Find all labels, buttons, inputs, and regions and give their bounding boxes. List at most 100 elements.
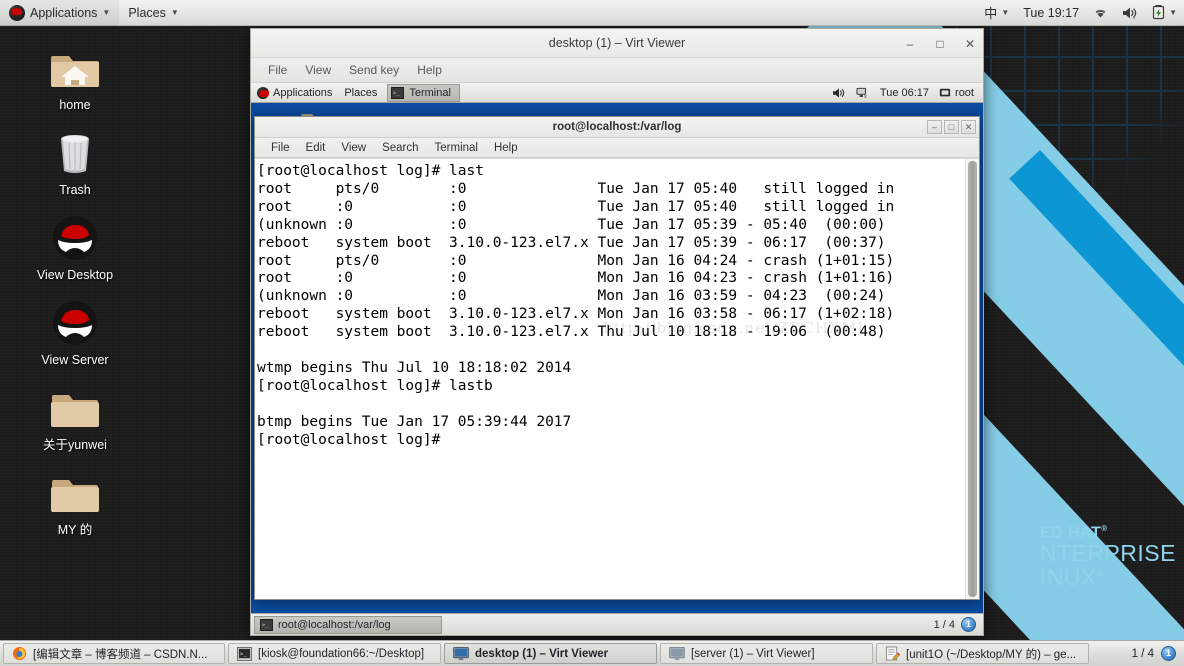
- host-workspace-label: 1 / 4: [1131, 647, 1154, 660]
- guest-user-menu[interactable]: root: [935, 83, 978, 103]
- host-workspace-switcher[interactable]: 1 / 4 1: [1132, 646, 1181, 661]
- redhat-shadowman-icon: [53, 301, 97, 345]
- input-method-indicator[interactable]: 中 ▼: [977, 0, 1016, 26]
- terminal-menu-edit[interactable]: Edit: [298, 142, 334, 154]
- desktop-icon-label: home: [59, 98, 91, 112]
- host-taskbar: [编辑文章 – 博客频道 – CSDN.N... >_ [kiosk@found…: [0, 640, 1184, 666]
- redhat-logo-icon: [257, 86, 269, 99]
- volume-icon: [832, 87, 845, 98]
- chevron-down-icon: ▼: [1169, 8, 1177, 17]
- guest-user-label: root: [955, 86, 974, 99]
- guest-places-label: Places: [344, 86, 378, 99]
- chevron-down-icon: ▼: [102, 8, 111, 17]
- desktop-icon-list: home Trash View Desktop View Server 关于yu…: [0, 26, 160, 552]
- virt-viewer-window[interactable]: desktop (1) – Virt Viewer – □ ✕ File Vie…: [250, 28, 984, 636]
- desktop-icon-home[interactable]: home: [0, 42, 150, 113]
- terminal-scrollbar[interactable]: [965, 159, 979, 599]
- desktop-icon-my-de[interactable]: MY 的: [0, 467, 150, 538]
- minimize-button[interactable]: –: [903, 37, 917, 51]
- guest-window-task-terminal[interactable]: >_ Terminal: [387, 83, 460, 102]
- virt-viewer-titlebar[interactable]: desktop (1) – Virt Viewer – □ ✕: [251, 29, 983, 58]
- desktop-icon-trash[interactable]: Trash: [0, 127, 150, 198]
- guest-desktop[interactable]: Applications Places >_ Terminal x Tue 06…: [251, 83, 983, 635]
- terminal-menu-terminal[interactable]: Terminal: [427, 142, 486, 154]
- guest-taskbar-window-button[interactable]: >_ root@localhost:/var/log: [254, 615, 442, 634]
- desktop-icon-view-desktop[interactable]: View Desktop: [0, 212, 150, 283]
- clock-label: Tue 19:17: [1023, 5, 1080, 20]
- terminal-menu-file[interactable]: File: [263, 142, 298, 154]
- taskbar-item-gedit[interactable]: [unit1O (~/Desktop/MY 的) – ge...: [876, 643, 1089, 664]
- terminal-menu-view[interactable]: View: [333, 142, 374, 154]
- desktop-icon-label: Trash: [59, 183, 91, 197]
- taskbar-item-label: [kiosk@foundation66:~/Desktop]: [258, 647, 425, 660]
- taskbar-item-label: desktop (1) – Virt Viewer: [475, 647, 609, 660]
- terminal-scrollbar-thumb[interactable]: [968, 161, 977, 597]
- guest-volume-indicator[interactable]: [828, 83, 850, 103]
- home-folder-icon: [51, 56, 99, 87]
- terminal-window[interactable]: root@localhost:/var/log – □ ✕ File Edit …: [254, 116, 980, 600]
- redhat-logo-icon: [9, 4, 25, 21]
- menu-view[interactable]: View: [296, 63, 340, 77]
- menu-send-key[interactable]: Send key: [340, 63, 408, 77]
- redhat-shadowman-icon: [53, 216, 97, 260]
- folder-icon: [51, 480, 99, 512]
- terminal-minimize-button[interactable]: –: [927, 120, 942, 134]
- monitor-icon: [669, 646, 685, 660]
- guest-network-indicator[interactable]: x: [852, 83, 874, 103]
- svg-text:>_: >_: [240, 651, 247, 657]
- clock[interactable]: Tue 19:17: [1016, 0, 1086, 26]
- wifi-icon: [1095, 9, 1106, 17]
- folder-icon: [51, 395, 99, 427]
- guest-applications-menu[interactable]: Applications: [251, 83, 338, 103]
- applications-menu[interactable]: Applications ▼: [0, 0, 120, 26]
- desktop-icon-label: 关于yunwei: [43, 438, 107, 452]
- terminal-menubar: File Edit View Search Terminal Help: [255, 138, 979, 158]
- terminal-body[interactable]: [root@localhost log]# last root pts/0 :0…: [255, 158, 979, 599]
- taskbar-item-firefox[interactable]: [编辑文章 – 博客频道 – CSDN.N...: [3, 643, 225, 664]
- battery-indicator[interactable]: ▼: [1145, 0, 1184, 26]
- desktop-icon-guanyu-yunwei[interactable]: 关于yunwei: [0, 382, 150, 453]
- terminal-titlebar[interactable]: root@localhost:/var/log – □ ✕: [255, 117, 979, 138]
- trademark-1: ®: [1101, 524, 1108, 534]
- gedit-icon: [885, 646, 900, 661]
- wifi-indicator[interactable]: [1086, 0, 1115, 26]
- terminal-icon: >_: [260, 618, 273, 631]
- terminal-icon: >_: [391, 86, 405, 99]
- trademark-2: ®: [1096, 569, 1104, 579]
- desktop-icon-label: View Desktop: [36, 268, 114, 282]
- host-workspace-badge[interactable]: 1: [1161, 646, 1176, 661]
- guest-workspace-switcher[interactable]: 1 / 4 1: [934, 617, 980, 632]
- taskbar-item-kiosk-terminal[interactable]: >_ [kiosk@foundation66:~/Desktop]: [228, 643, 441, 664]
- taskbar-item-desktop-virt-viewer[interactable]: desktop (1) – Virt Viewer: [444, 643, 657, 664]
- terminal-menu-help[interactable]: Help: [486, 142, 526, 154]
- desktop-icon-view-server[interactable]: View Server: [0, 297, 150, 368]
- menu-help[interactable]: Help: [408, 63, 451, 77]
- terminal-maximize-button[interactable]: □: [944, 120, 959, 134]
- terminal-output[interactable]: [root@localhost log]# last root pts/0 :0…: [255, 159, 965, 599]
- trash-icon: [61, 135, 89, 173]
- guest-clock[interactable]: Tue 06:17: [876, 83, 933, 103]
- svg-text:>_: >_: [393, 90, 400, 96]
- svg-text:>_: >_: [262, 622, 269, 628]
- guest-places-menu[interactable]: Places: [338, 83, 383, 103]
- terminal-close-button[interactable]: ✕: [961, 120, 976, 134]
- svg-text:x: x: [864, 94, 867, 99]
- virt-viewer-window-controls: – □ ✕: [903, 29, 977, 58]
- places-menu[interactable]: Places ▼: [119, 0, 187, 26]
- terminal-icon: >_: [237, 646, 252, 661]
- maximize-button[interactable]: □: [933, 37, 947, 51]
- monitor-icon: [453, 646, 469, 660]
- applications-menu-label: Applications: [30, 5, 98, 20]
- desktop-icon-label: MY 的: [57, 523, 93, 537]
- guest-taskbar: >_ root@localhost:/var/log 1 / 4 1: [251, 613, 983, 635]
- battery-charging-icon: [1152, 5, 1165, 20]
- menu-file[interactable]: File: [259, 63, 296, 77]
- volume-indicator[interactable]: x: [1115, 0, 1145, 26]
- taskbar-item-server-virt-viewer[interactable]: [server (1) – Virt Viewer]: [660, 643, 873, 664]
- chevron-down-icon: ▼: [170, 8, 179, 17]
- guest-workspace-badge[interactable]: 1: [961, 617, 976, 632]
- input-method-label: 中: [984, 6, 998, 21]
- close-button[interactable]: ✕: [963, 37, 977, 51]
- brand-line-3: INUX: [1039, 564, 1097, 591]
- terminal-menu-search[interactable]: Search: [374, 142, 426, 154]
